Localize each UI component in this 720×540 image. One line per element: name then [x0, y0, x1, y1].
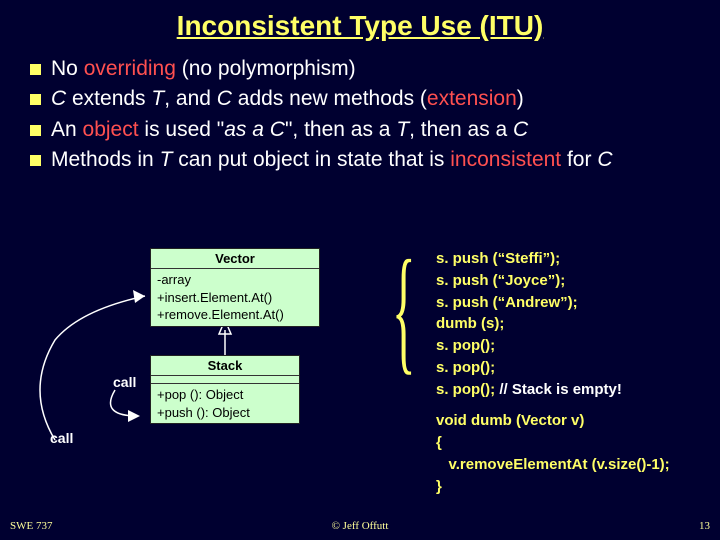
code-block: s. push (“Steffi”); s. push (“Joyce”); s… — [436, 248, 670, 497]
code-line: { — [436, 432, 670, 454]
code-line: s. pop(); — [436, 335, 670, 357]
footer-center: © Jeff Offutt — [332, 520, 389, 532]
bullet-icon — [30, 155, 41, 166]
uml-ops: +pop (): Object +push (): Object — [151, 384, 299, 423]
bullet-text: No overriding (no polymorphism) — [51, 56, 704, 82]
uml-vector: Vector -array +insert.Element.At() +remo… — [150, 248, 320, 327]
code-line: dumb (s); — [436, 313, 670, 335]
code-line: s. push (“Steffi”); — [436, 248, 670, 270]
brace-icon: { — [392, 240, 416, 380]
bullet-item: An object is used "as a C", then as a T,… — [30, 117, 704, 143]
bullet-list: No overriding (no polymorphism) C extend… — [0, 42, 720, 173]
uml-stack: Stack +pop (): Object +push (): Object — [150, 355, 300, 424]
uml-empty-section — [151, 376, 299, 384]
footer-left: SWE 737 — [10, 520, 52, 532]
call-label: call — [113, 374, 136, 390]
code-line: s. pop(); — [436, 357, 670, 379]
call-label: call — [50, 430, 73, 446]
code-line: s. push (“Joyce”); — [436, 270, 670, 292]
bullet-item: C extends T, and C adds new methods (ext… — [30, 86, 704, 112]
uml-attrs: -array +insert.Element.At() +remove.Elem… — [151, 269, 319, 326]
code-line: s. pop(); // Stack is empty! — [436, 379, 670, 401]
code-line: } — [436, 476, 670, 498]
footer-right: 13 — [699, 520, 710, 532]
code-line: s. push (“Andrew”); — [436, 292, 670, 314]
uml-class-name: Vector — [151, 249, 319, 269]
diagram-area: Vector -array +insert.Element.At() +remo… — [0, 260, 720, 520]
bullet-icon — [30, 125, 41, 136]
uml-class-name: Stack — [151, 356, 299, 376]
bullet-icon — [30, 64, 41, 75]
code-line: void dumb (Vector v) — [436, 410, 670, 432]
slide-title: Inconsistent Type Use (ITU) — [0, 0, 720, 42]
bullet-icon — [30, 94, 41, 105]
bullet-text: An object is used "as a C", then as a T,… — [51, 117, 704, 143]
bullet-text: C extends T, and C adds new methods (ext… — [51, 86, 704, 112]
bullet-item: Methods in T can put object in state tha… — [30, 147, 704, 173]
bullet-text: Methods in T can put object in state tha… — [51, 147, 704, 173]
code-line: v.removeElementAt (v.size()-1); — [436, 454, 670, 476]
bullet-item: No overriding (no polymorphism) — [30, 56, 704, 82]
